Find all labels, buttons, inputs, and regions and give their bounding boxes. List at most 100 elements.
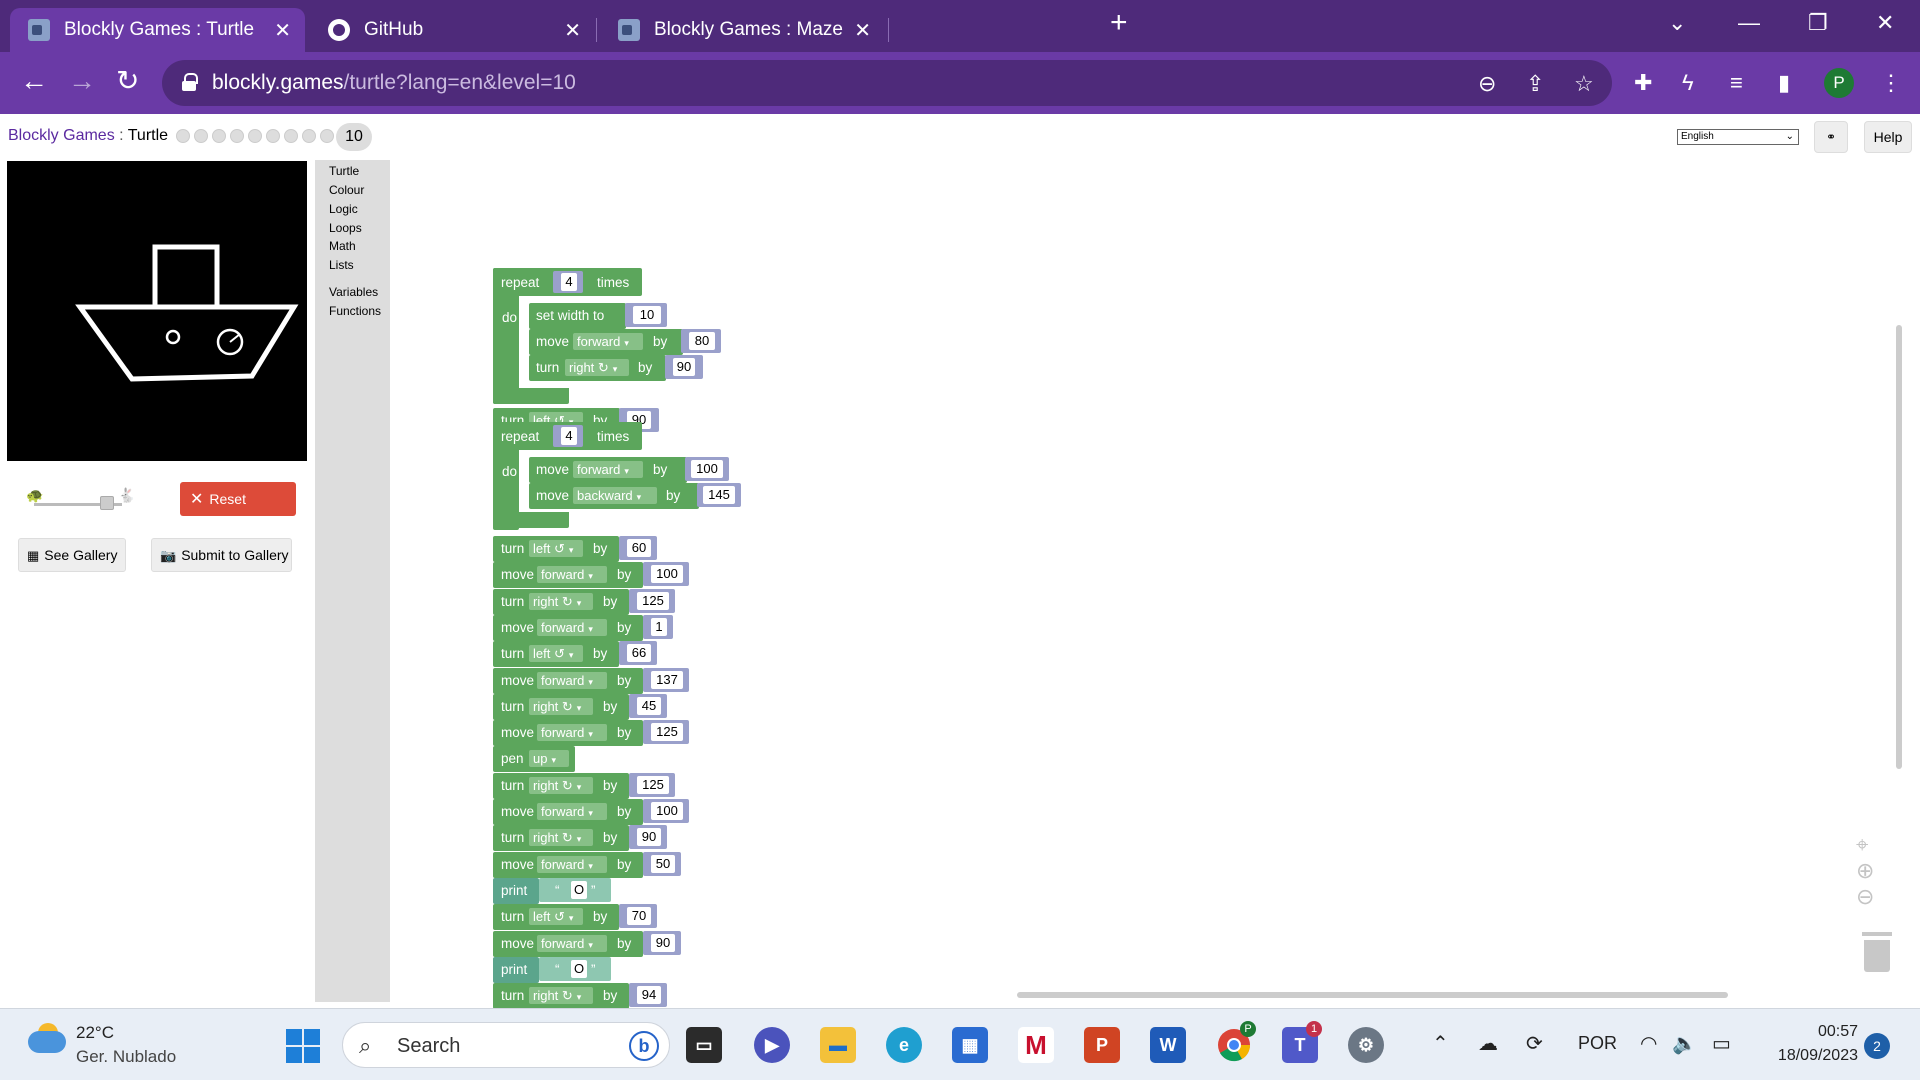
direction-dropdown[interactable]: forward ▾ — [537, 724, 607, 741]
site-link[interactable]: Blockly Games — [8, 127, 115, 144]
search-input[interactable]: Search — [397, 1035, 460, 1058]
toolbox-category-loops[interactable]: Loops — [329, 221, 362, 235]
direction-dropdown[interactable]: right ↻ ▾ — [529, 698, 593, 715]
move-block[interactable]: move forward ▾ by 137 — [493, 668, 689, 694]
move-block[interactable]: move forward ▾ by 100 — [493, 799, 689, 825]
forward-arrow-icon[interactable]: → — [68, 66, 96, 96]
number-field[interactable]: 10 — [633, 306, 661, 324]
direction-dropdown[interactable]: left ↺▾ — [529, 908, 583, 925]
wifi-icon[interactable]: ◠ — [1640, 1031, 1657, 1056]
move-block[interactable]: move forward ▾ by 100 — [493, 562, 689, 588]
input-language[interactable]: POR — [1578, 1033, 1617, 1054]
bing-icon[interactable]: b — [629, 1031, 659, 1061]
repeat-block[interactable]: repeat 4 times — [493, 268, 642, 296]
direction-dropdown[interactable]: right ↻ ▾ — [529, 987, 593, 1004]
direction-dropdown[interactable]: forward ▾ — [537, 619, 607, 636]
close-tab-icon[interactable]: ✕ — [564, 18, 581, 43]
submit-to-gallery-button[interactable]: 📷 Submit to Gallery — [151, 538, 292, 572]
direction-dropdown[interactable]: forward ▾ — [537, 935, 607, 952]
direction-dropdown[interactable]: left ↺▾ — [529, 540, 583, 557]
print-block[interactable]: print “ O ” — [493, 878, 611, 904]
direction-dropdown[interactable]: forward ▾ — [537, 856, 607, 873]
sync-icon[interactable]: ⟳ — [1526, 1031, 1543, 1056]
reset-button[interactable]: ✕ Reset — [180, 482, 296, 516]
tab-search-chevron-icon[interactable]: ⌄ — [1668, 10, 1686, 36]
direction-dropdown[interactable]: forward ▾ — [537, 566, 607, 583]
toolbox-category-turtle[interactable]: Turtle — [329, 164, 359, 178]
toolbox-category-lists[interactable]: Lists — [329, 258, 354, 272]
zoom-in-icon[interactable]: ⊕ — [1856, 858, 1874, 884]
level-dot[interactable] — [194, 129, 208, 143]
repeat-block[interactable]: repeat 4 times — [493, 422, 642, 450]
pen-block[interactable]: pen up ▾ — [493, 746, 575, 772]
number-field[interactable]: 50 — [651, 855, 675, 873]
vertical-scrollbar[interactable] — [1896, 325, 1902, 769]
extensions-puzzle-icon[interactable]: ✚ — [1634, 70, 1652, 96]
horizontal-scrollbar[interactable] — [1017, 992, 1728, 998]
pen-state-dropdown[interactable]: up ▾ — [529, 750, 569, 767]
zoom-icon[interactable]: ⊖ — [1478, 71, 1496, 97]
file-explorer-icon[interactable]: ▬ — [820, 1027, 856, 1063]
number-field[interactable]: 80 — [689, 332, 715, 350]
mcafee-icon[interactable]: M — [1018, 1027, 1054, 1063]
media-control-icon[interactable]: ≡ — [1730, 70, 1743, 96]
task-view-icon[interactable]: ▭ — [686, 1027, 722, 1063]
number-field[interactable]: 90 — [673, 358, 695, 376]
toolbox-category-colour[interactable]: Colour — [329, 183, 364, 197]
trash-icon[interactable] — [1862, 932, 1892, 972]
turn-block[interactable]: turn right ↻ ▾ by 125 — [493, 773, 675, 799]
show-hidden-icons-chevron-icon[interactable]: ⌃ — [1432, 1031, 1449, 1056]
turn-block[interactable]: turn right ↻ ▾ by 125 — [493, 589, 675, 615]
url-bar[interactable]: blockly.games/turtle?lang=en&level=10 ⊖ … — [162, 60, 1612, 106]
profile-avatar[interactable]: P — [1824, 68, 1854, 98]
recenter-icon[interactable]: ⌖ — [1856, 832, 1868, 858]
number-field[interactable]: 45 — [637, 697, 661, 715]
number-field[interactable]: 66 — [627, 644, 651, 662]
direction-dropdown[interactable]: right ↻ ▾ — [529, 829, 593, 846]
word-icon[interactable]: W — [1150, 1027, 1186, 1063]
direction-dropdown[interactable]: right ↻ ▾ — [565, 359, 629, 376]
turn-block[interactable]: turn left ↺ ▾ by 70 — [493, 904, 657, 930]
direction-dropdown[interactable]: forward ▾ — [537, 672, 607, 689]
close-tab-icon[interactable]: ✕ — [274, 18, 291, 43]
chrome-icon[interactable]: P — [1216, 1021, 1256, 1063]
direction-dropdown[interactable]: backward ▾ — [573, 487, 657, 504]
number-field[interactable]: 100 — [691, 460, 723, 478]
print-block[interactable]: print “ O ” — [493, 957, 611, 983]
battery-icon[interactable]: ▭ — [1712, 1031, 1731, 1056]
toolbox-category-math[interactable]: Math — [329, 239, 356, 253]
text-field[interactable]: O — [571, 960, 587, 978]
chat-icon[interactable]: ▶ — [754, 1027, 790, 1063]
link-button[interactable]: ⚭ — [1814, 121, 1848, 153]
volume-icon[interactable]: 🔈 — [1672, 1031, 1697, 1056]
zoom-out-icon[interactable]: ⊖ — [1856, 884, 1874, 910]
lock-icon[interactable] — [182, 73, 198, 91]
move-block[interactable]: move forward ▾ by 80 — [529, 329, 721, 355]
close-tab-icon[interactable]: ✕ — [854, 18, 871, 43]
move-block[interactable]: move backward ▾ by 145 — [529, 483, 741, 509]
turn-block[interactable]: turn right ↻ ▾ by 90 — [529, 355, 703, 381]
new-tab-button[interactable]: + — [1110, 6, 1128, 40]
menu-kebab-icon[interactable]: ⋮ — [1880, 70, 1902, 96]
tab-github[interactable]: GitHub ✕ — [310, 8, 595, 52]
toolbox-category-logic[interactable]: Logic — [329, 202, 358, 216]
number-field[interactable]: 60 — [627, 539, 651, 557]
direction-dropdown[interactable]: forward ▾ — [573, 461, 643, 478]
see-gallery-button[interactable]: ▦ See Gallery — [18, 538, 126, 572]
performance-icon[interactable]: ϟ — [1682, 70, 1694, 96]
notification-count-badge[interactable]: 2 — [1864, 1033, 1890, 1059]
turn-block[interactable]: turn right ↻ ▾ by 45 — [493, 694, 667, 720]
language-select[interactable]: English ⌄ — [1677, 129, 1799, 145]
toolbox-category-functions[interactable]: Functions — [329, 304, 381, 318]
number-field[interactable]: 125 — [651, 723, 683, 741]
toolbox-category-variables[interactable]: Variables — [329, 285, 378, 299]
number-field[interactable]: 100 — [651, 802, 683, 820]
taskbar-search[interactable]: ⌕ Search b — [342, 1022, 670, 1068]
direction-dropdown[interactable]: left ↺▾ — [529, 645, 583, 662]
set-width-block[interactable]: set width to 10 — [529, 303, 667, 329]
side-panel-icon[interactable]: ▮ — [1778, 70, 1790, 96]
edge-icon[interactable]: e — [886, 1027, 922, 1063]
number-field[interactable]: 1 — [651, 618, 667, 636]
reload-icon[interactable]: ↻ — [116, 66, 139, 96]
restore-icon[interactable]: ❐ — [1808, 10, 1828, 36]
